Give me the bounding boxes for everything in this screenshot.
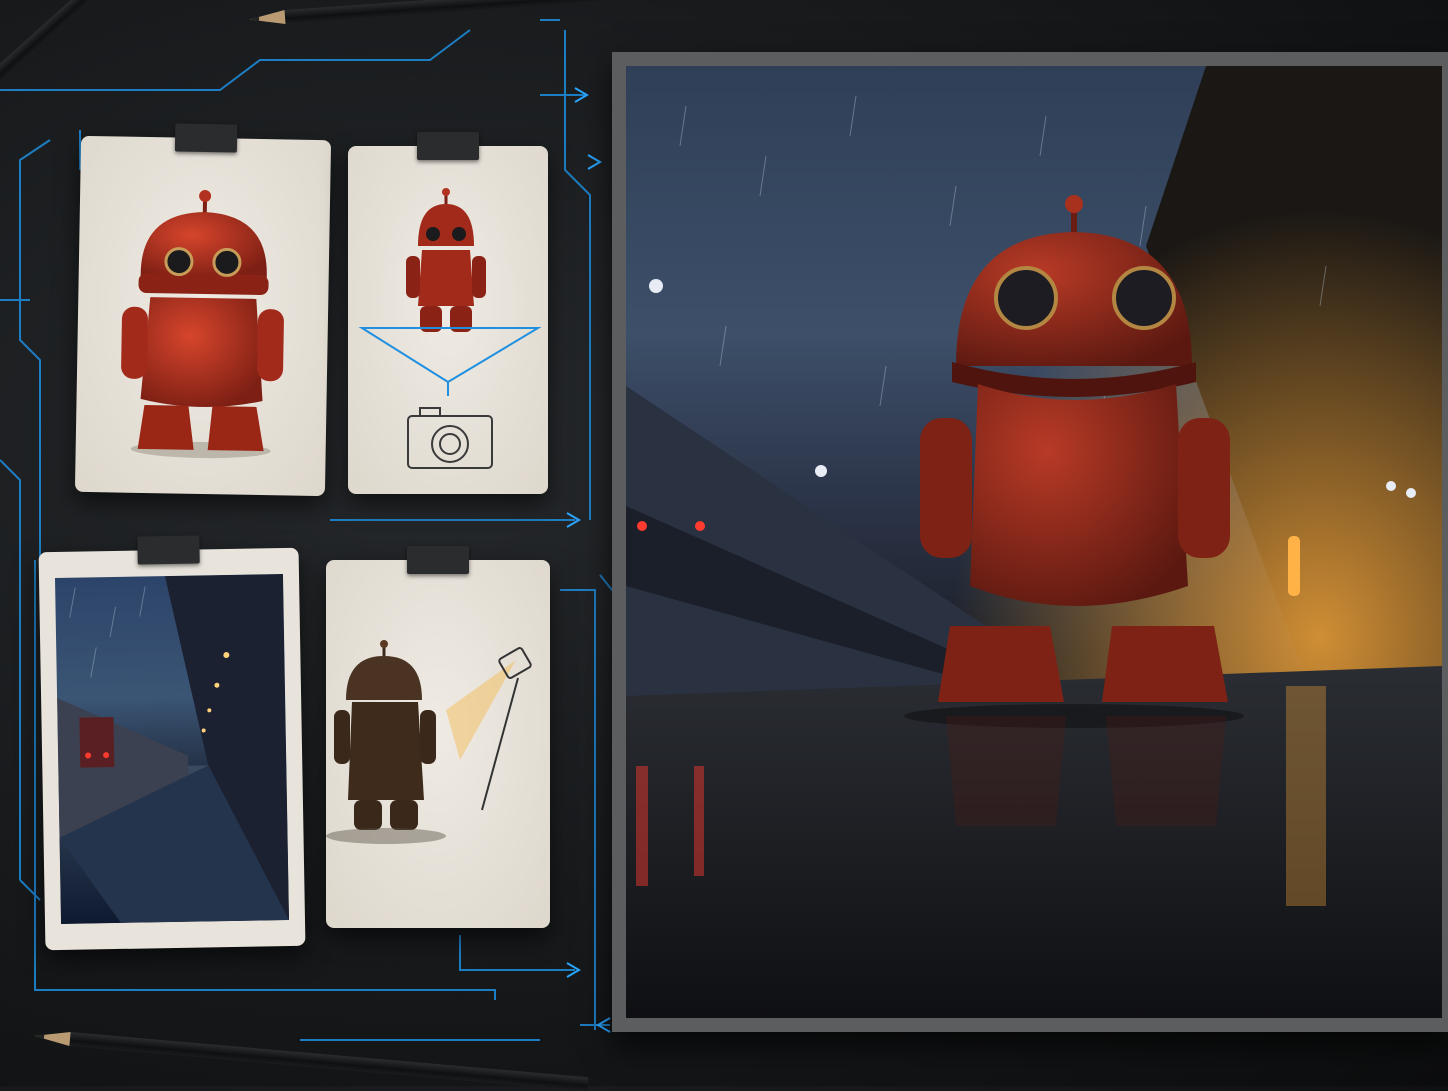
robot-render-icon (75, 136, 331, 496)
card-robot-render (75, 136, 331, 496)
tape (417, 132, 479, 160)
robot-in-rain-icon (626, 66, 1442, 1018)
card-camera-sketch (348, 146, 548, 494)
final-image-frame (612, 52, 1448, 1032)
spotlight-icon (326, 560, 550, 928)
camera-icon (348, 146, 548, 494)
tape (137, 535, 199, 564)
train-station-photo-icon (55, 574, 289, 924)
card-lighting-sketch (326, 560, 550, 928)
tape (407, 546, 469, 574)
card-station-photo (39, 548, 306, 950)
storyboard-board (0, 0, 1448, 1086)
tape (175, 123, 237, 152)
